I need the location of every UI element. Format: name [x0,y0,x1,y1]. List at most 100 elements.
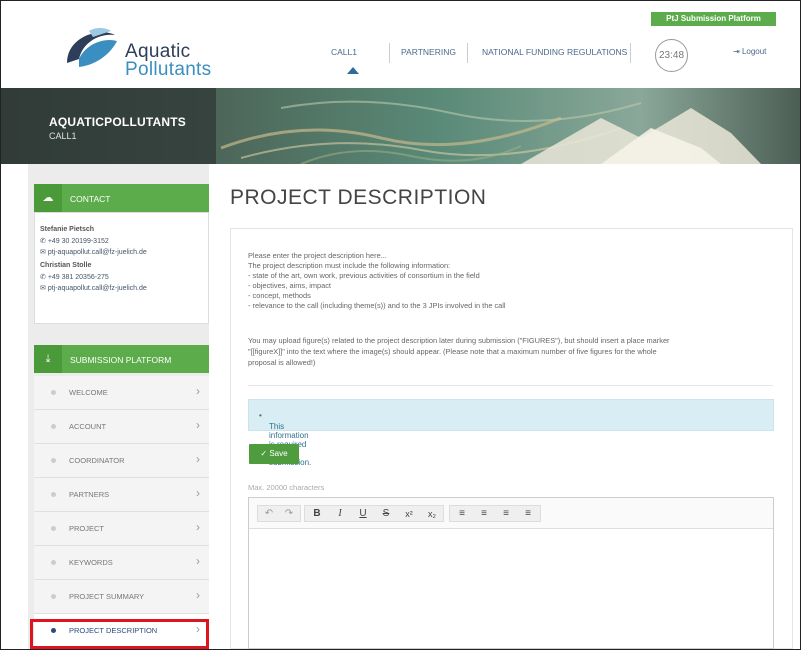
chevron-right-icon: › [196,418,200,432]
sidebar-item-project-summary[interactable]: PROJECT SUMMARY › [34,580,209,614]
align-center-icon[interactable]: ≡ [474,507,494,521]
description-text: The project description must include the… [248,261,451,270]
sidebar-item-account[interactable]: ACCOUNT › [34,410,209,444]
superscript-icon[interactable]: x² [399,507,419,521]
logout-link[interactable]: ⇥ Logout [733,47,766,56]
sidebar-item-keywords[interactable]: KEYWORDS › [34,546,209,580]
page-title: PROJECT DESCRIPTION [230,186,487,209]
contact-email-value[interactable]: ptj-aquapollut.call@fz-juelich.de [48,285,147,292]
align-right-icon[interactable]: ≡ [496,507,516,521]
contact-email-value[interactable]: ptj-aquapollut.call@fz-juelich.de [48,249,147,256]
align-justify-icon[interactable]: ≡ [518,507,538,521]
description-text: Please enter the project description her… [248,251,387,260]
save-label: Save [269,449,288,458]
align-left-icon[interactable]: ≡ [452,507,472,521]
phone-icon: ✆ [40,274,46,281]
redo-icon[interactable]: ↷ [279,507,299,521]
sidebar-item-label: ACCOUNT [69,422,107,431]
strikethrough-icon[interactable]: S [376,507,396,521]
rich-text-editor[interactable]: ↶ ↷ B I U S x² x₂ ≡ ≡ ≡ ≡ [248,497,774,649]
chevron-right-icon: › [196,520,200,534]
contact-phone-value: +49 381 20356-275 [47,274,109,281]
sidebar-item-welcome[interactable]: WELCOME › [34,376,209,410]
info-alert: • This information is required for submi… [248,399,774,467]
format-group: B I U S x² x₂ [304,505,444,522]
contact-details: Stefanie Pietsch ✆ +49 30 20199-3152 ✉ p… [34,212,209,324]
header: Aquatic Pollutants PtJ Submission Platfo… [1,1,800,88]
contact-phone: ✆ +49 381 20356-275 [40,273,109,281]
italic-icon[interactable]: I [330,507,350,521]
underline-icon[interactable]: U [353,507,373,521]
contact-email[interactable]: ✉ ptj-aquapollut.call@fz-juelich.de [40,284,147,292]
status-dot-icon [51,492,56,497]
page-frame: Aquatic Pollutants PtJ Submission Platfo… [0,0,801,650]
status-dot-icon [51,424,56,429]
status-dot-icon [51,526,56,531]
align-group: ≡ ≡ ≡ ≡ [449,505,541,522]
banner-title: AQUATICPOLLUTANTS [49,115,186,129]
contact-name: Stefanie Pietsch [40,226,95,233]
editor-toolbar: ↶ ↷ B I U S x² x₂ ≡ ≡ ≡ ≡ [249,498,773,529]
submission-platform-heading: SUBMISSION PLATFORM [70,355,172,365]
hero-banner: AQUATICPOLLUTANTS CALL1 [1,88,800,164]
check-icon: ✓ [260,449,268,458]
character-limit: Max. 20000 characters [248,483,325,492]
status-dot-icon [51,594,56,599]
sidebar-item-label: PARTNERS [69,490,110,499]
submission-platform-header: ⤓ SUBMISSION PLATFORM [34,345,209,373]
description-text: - state of the art, own work, previous a… [248,271,480,280]
description-text: - concept, methods [248,291,311,300]
logout-icon: ⇥ [733,47,740,56]
description-text: - objectives, aims, impact [248,281,331,290]
sidebar-item-partners[interactable]: PARTNERS › [34,478,209,512]
description-text: - relevance to the call (including theme… [248,301,506,310]
nav-national-funding-regulations[interactable]: NATIONAL FUNDING REGULATIONS [482,47,627,57]
chevron-right-icon: › [196,588,200,602]
nav-divider [630,43,631,63]
nav-divider [467,43,468,63]
highlight-box [30,619,209,649]
nav-divider [389,43,390,63]
ptj-submission-badge: PtJ Submission Platform [651,12,776,26]
mail-icon: ✉ [40,249,46,256]
contact-phone-value: +49 30 20199-3152 [47,238,109,245]
sidebar-item-label: COORDINATOR [69,456,125,465]
phone-icon: ✆ [40,238,46,245]
logo-icon [67,28,117,67]
history-group: ↶ ↷ [257,505,301,522]
editor-text-area[interactable] [249,529,773,648]
bold-icon[interactable]: B [307,507,327,521]
save-button[interactable]: ✓ Save [249,444,299,464]
sidebar-item-project[interactable]: PROJECT › [34,512,209,546]
figure-instructions: You may upload figure(s) related to the … [248,336,670,345]
session-timer: 23:48 [655,39,688,72]
mail-icon: ✉ [40,285,46,292]
contact-phone: ✆ +49 30 20199-3152 [40,237,109,245]
section-divider [248,385,773,386]
contact-icon: ☁ [34,184,62,212]
chevron-right-icon: › [196,554,200,568]
aquatic-pollutants-logo[interactable]: Aquatic Pollutants [59,23,211,80]
nav-partnering[interactable]: PARTNERING [401,47,456,57]
logout-label: Logout [741,47,767,56]
figure-instructions: proposal is allowed!) [248,358,316,367]
banner-subtitle: CALL1 [49,131,77,141]
status-dot-icon [51,560,56,565]
info-alert-text: • This information is required for submi… [259,411,311,467]
chevron-right-icon: › [196,452,200,466]
nav-active-indicator [347,67,359,74]
subscript-icon[interactable]: x₂ [422,507,442,521]
contact-heading: CONTACT [70,194,111,204]
logo-text-line2: Pollutants [125,59,212,80]
nav-call1[interactable]: CALL1 [331,47,357,57]
chevron-right-icon: › [196,486,200,500]
status-dot-icon [51,458,56,463]
sidebar-item-label: KEYWORDS [69,558,113,567]
sidebar-item-coordinator[interactable]: COORDINATOR › [34,444,209,478]
figure-instructions: "[[figureX]]" into the text where the im… [248,347,657,356]
sidebar-item-label: WELCOME [69,388,108,397]
contact-email[interactable]: ✉ ptj-aquapollut.call@fz-juelich.de [40,248,147,256]
status-dot-icon [51,390,56,395]
contact-name: Christian Stolle [40,262,92,269]
undo-icon[interactable]: ↶ [259,507,279,521]
